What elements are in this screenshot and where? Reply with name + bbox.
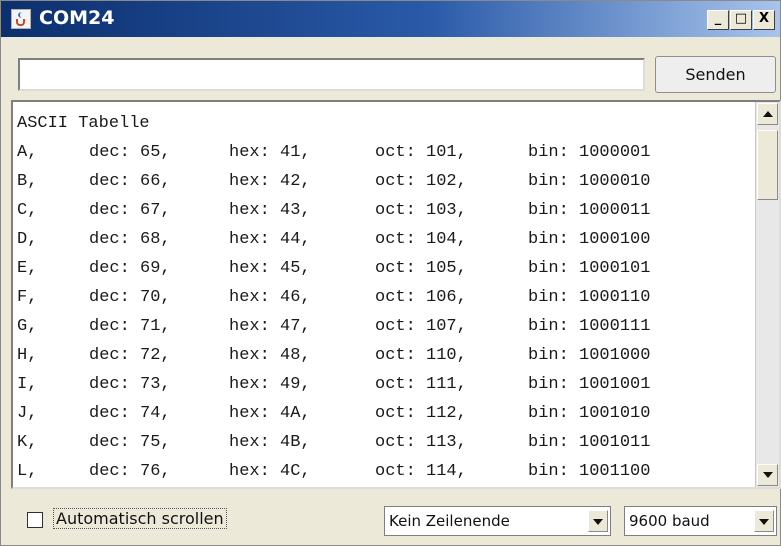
output-cell: L, bbox=[17, 462, 38, 481]
output-cell: I, bbox=[17, 375, 38, 394]
maximize-button[interactable]: □ bbox=[730, 10, 752, 30]
output-cell: B, bbox=[17, 172, 38, 191]
output-line: G, dec: 71, hex: 47, oct: 107, bin: 1000111 bbox=[17, 315, 688, 344]
output-line: J, dec: 74, hex: 4A, oct: 112, bin: 1001010 bbox=[17, 402, 688, 431]
window-title: COM24 bbox=[39, 7, 115, 29]
output-cell: A, bbox=[17, 143, 38, 162]
output-cell: hex: 43, bbox=[229, 201, 311, 220]
output-cell: oct: 101, bbox=[375, 143, 467, 162]
arrow-down-icon[interactable] bbox=[757, 464, 778, 486]
close-button[interactable]: X bbox=[753, 10, 775, 30]
output-cell: hex: 4B, bbox=[229, 433, 311, 452]
output-header: ASCII Tabelle bbox=[17, 114, 150, 133]
output-cell: bin: 1000001 bbox=[528, 143, 651, 162]
output-cell: hex: 46, bbox=[229, 288, 311, 307]
output-cell: oct: 104, bbox=[375, 230, 467, 249]
output-cell: dec: 67, bbox=[89, 201, 171, 220]
output-cell: dec: 65, bbox=[89, 143, 171, 162]
output-cell: oct: 113, bbox=[375, 433, 467, 452]
serial-output[interactable]: ASCII Tabelle A, dec: 65, hex: 41, oct: 101… bbox=[11, 100, 781, 489]
output-cell: hex: 4C, bbox=[229, 462, 311, 481]
output-cell: bin: 1001100 bbox=[528, 462, 651, 481]
output-cell: hex: 42, bbox=[229, 172, 311, 191]
title-bar[interactable]: COM24 _ □ X bbox=[1, 1, 780, 37]
output-cell: J, bbox=[17, 404, 38, 423]
send-input[interactable] bbox=[18, 58, 645, 91]
output-cell: hex: 47, bbox=[229, 317, 311, 336]
output-cell: bin: 1001011 bbox=[528, 433, 651, 452]
output-cell: oct: 112, bbox=[375, 404, 467, 423]
output-cell: oct: 103, bbox=[375, 201, 467, 220]
output-line: K, dec: 75, hex: 4B, oct: 113, bin: 1001011 bbox=[17, 431, 688, 460]
autoscroll-checkbox[interactable] bbox=[27, 512, 43, 528]
vertical-scrollbar[interactable] bbox=[755, 102, 779, 487]
scrollbar-thumb[interactable] bbox=[757, 130, 778, 200]
output-cell: bin: 1000100 bbox=[528, 230, 651, 249]
send-button[interactable]: Senden bbox=[655, 56, 776, 93]
output-cell: E, bbox=[17, 259, 38, 278]
output-cell: bin: 1001001 bbox=[528, 375, 651, 394]
output-cell: bin: 1000110 bbox=[528, 288, 651, 307]
output-line: D, dec: 68, hex: 44, oct: 104, bin: 1000100 bbox=[17, 228, 688, 257]
java-cup-icon bbox=[11, 9, 31, 29]
output-cell: F, bbox=[17, 288, 38, 307]
output-cell: hex: 45, bbox=[229, 259, 311, 278]
output-cell: bin: 1001000 bbox=[528, 346, 651, 365]
chevron-down-icon[interactable] bbox=[588, 510, 608, 532]
output-cell: dec: 70, bbox=[89, 288, 171, 307]
line-ending-select[interactable]: Kein Zeilenende bbox=[384, 506, 611, 536]
output-cell: H, bbox=[17, 346, 38, 365]
output-line: B, dec: 66, hex: 42, oct: 102, bin: 1000010 bbox=[17, 170, 688, 199]
output-cell: dec: 72, bbox=[89, 346, 171, 365]
chevron-down-icon[interactable] bbox=[754, 510, 774, 532]
output-cell: oct: 110, bbox=[375, 346, 467, 365]
output-cell: D, bbox=[17, 230, 38, 249]
output-cell: oct: 107, bbox=[375, 317, 467, 336]
baud-rate-select[interactable]: 9600 baud bbox=[624, 506, 777, 536]
output-cell: K, bbox=[17, 433, 38, 452]
output-cell: bin: 1000101 bbox=[528, 259, 651, 278]
line-ending-value: Kein Zeilenende bbox=[389, 512, 510, 530]
output-line: A, dec: 65, hex: 41, oct: 101, bin: 1000001 bbox=[17, 141, 688, 170]
output-cell: dec: 68, bbox=[89, 230, 171, 249]
output-line: L, dec: 76, hex: 4C, oct: 114, bin: 1001100 bbox=[17, 460, 688, 487]
output-line: I, dec: 73, hex: 49, oct: 111, bin: 1001001 bbox=[17, 373, 688, 402]
output-cell: bin: 1001010 bbox=[528, 404, 651, 423]
output-line: C, dec: 67, hex: 43, oct: 103, bin: 1000011 bbox=[17, 199, 688, 228]
output-cell: oct: 111, bbox=[375, 375, 467, 394]
output-cell: hex: 48, bbox=[229, 346, 311, 365]
output-line: E, dec: 69, hex: 45, oct: 105, bin: 1000101 bbox=[17, 257, 688, 286]
output-cell: bin: 1000010 bbox=[528, 172, 651, 191]
output-cell: dec: 66, bbox=[89, 172, 171, 191]
output-cell: dec: 71, bbox=[89, 317, 171, 336]
serial-monitor-window: COM24 _ □ X Senden ASCII Tabelle A, dec: … bbox=[0, 0, 781, 546]
output-cell: oct: 114, bbox=[375, 462, 467, 481]
minimize-button[interactable]: _ bbox=[707, 10, 729, 30]
output-cell: dec: 74, bbox=[89, 404, 171, 423]
output-cell: dec: 69, bbox=[89, 259, 171, 278]
output-cell: oct: 106, bbox=[375, 288, 467, 307]
autoscroll-label[interactable]: Automatisch scrollen bbox=[53, 508, 227, 529]
baud-rate-value: 9600 baud bbox=[629, 512, 710, 530]
output-line: F, dec: 70, hex: 46, oct: 106, bin: 1000110 bbox=[17, 286, 688, 315]
output-cell: dec: 75, bbox=[89, 433, 171, 452]
output-cell: oct: 102, bbox=[375, 172, 467, 191]
output-cell: hex: 4A, bbox=[229, 404, 311, 423]
output-cell: hex: 41, bbox=[229, 143, 311, 162]
output-cell: G, bbox=[17, 317, 38, 336]
output-cell: bin: 1000111 bbox=[528, 317, 651, 336]
output-cell: hex: 49, bbox=[229, 375, 311, 394]
output-cell: bin: 1000011 bbox=[528, 201, 651, 220]
output-cell: dec: 76, bbox=[89, 462, 171, 481]
output-cell: dec: 73, bbox=[89, 375, 171, 394]
output-line: H, dec: 72, hex: 48, oct: 110, bin: 1001000 bbox=[17, 344, 688, 373]
output-cell: oct: 105, bbox=[375, 259, 467, 278]
output-cell: C, bbox=[17, 201, 38, 220]
arrow-up-icon[interactable] bbox=[757, 103, 778, 125]
output-cell: hex: 44, bbox=[229, 230, 311, 249]
output-text: ASCII Tabelle A, dec: 65, hex: 41, oct: 101… bbox=[17, 112, 688, 487]
